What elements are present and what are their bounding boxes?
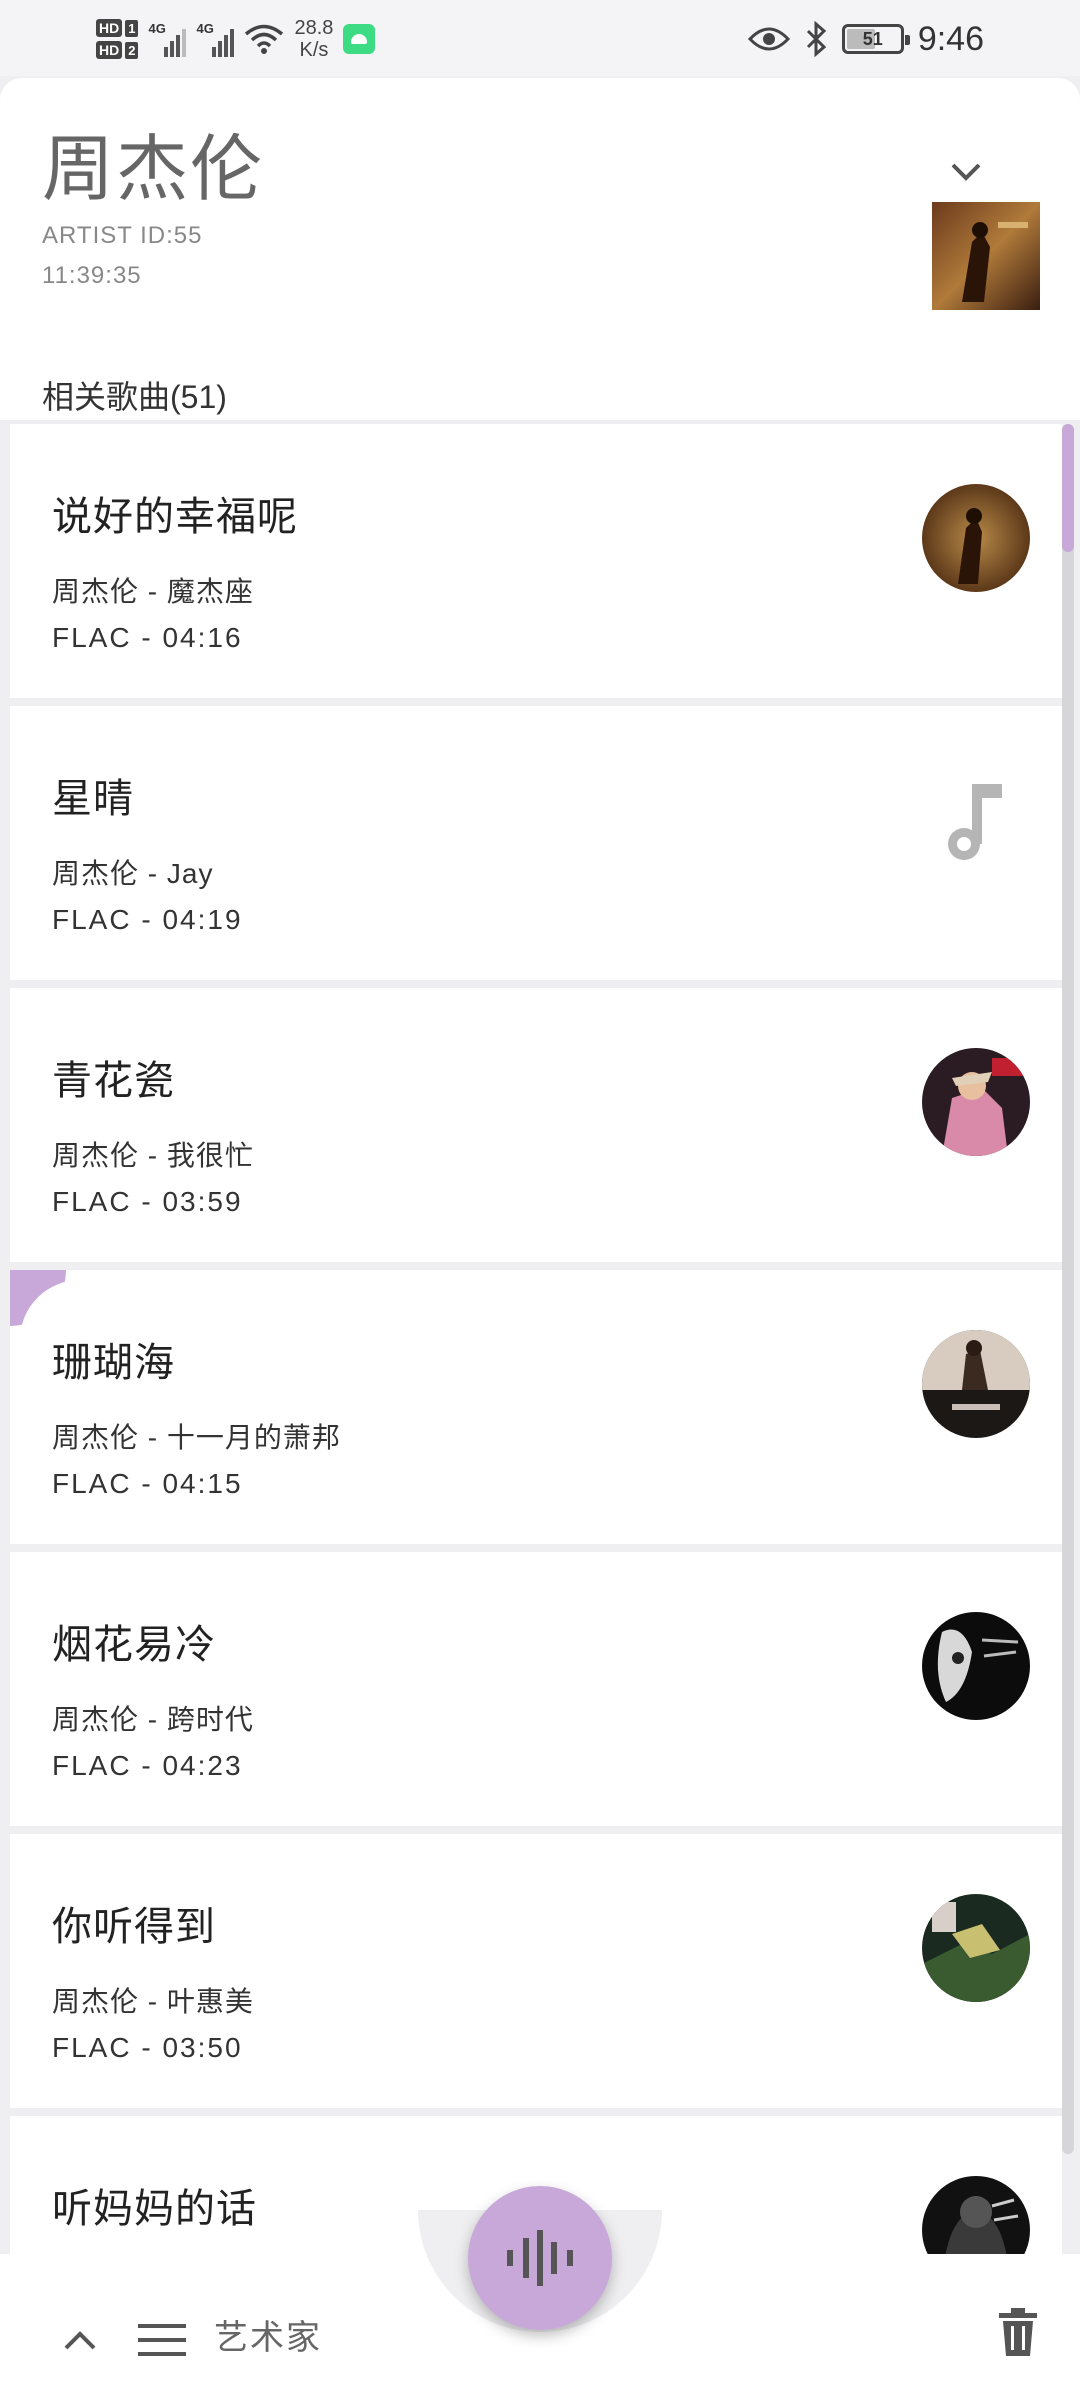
- song-item[interactable]: 说好的幸福呢 周杰伦 - 魔杰座 FLAC - 04:16: [10, 424, 1062, 698]
- song-title: 青花瓷: [52, 1059, 175, 1103]
- now-playing-fab[interactable]: [468, 2186, 612, 2330]
- trash-icon: [999, 2308, 1037, 2356]
- song-title: 烟花易冷: [52, 1623, 216, 1667]
- song-cover: [922, 1612, 1030, 1720]
- song-item[interactable]: 你听得到 周杰伦 - 叶惠美 FLAC - 03:50: [10, 1834, 1062, 2108]
- artist-name: 周杰伦: [42, 130, 265, 210]
- wifi-icon: [245, 24, 284, 54]
- touch-ripple: [10, 1270, 140, 1400]
- expand-button[interactable]: [58, 2318, 102, 2362]
- song-format-duration: FLAC - 04:16: [52, 622, 243, 653]
- eye-icon: [747, 27, 790, 51]
- collapse-button[interactable]: [942, 148, 990, 196]
- song-format-duration: FLAC - 03:59: [52, 1186, 243, 1217]
- android-debug-icon: [343, 24, 376, 54]
- song-title: 听妈妈的话: [52, 2187, 257, 2231]
- song-item[interactable]: 青花瓷 周杰伦 - 我很忙 FLAC - 03:59: [10, 988, 1062, 1262]
- related-songs-title: 相关歌曲(51): [42, 379, 227, 415]
- song-title: 说好的幸福呢: [52, 495, 298, 539]
- song-artist-album: 周杰伦 - 跨时代: [52, 1704, 254, 1735]
- music-note-icon: [948, 784, 1002, 860]
- hd-sim1-icon: HD 1: [96, 19, 139, 37]
- network-speed-unit: K/s: [299, 39, 329, 61]
- network-speed: 28.8 K/s: [294, 17, 333, 61]
- hd-sim2-icon: HD 2: [96, 41, 139, 59]
- song-format-duration: FLAC - 04:23: [52, 1750, 243, 1781]
- artist-header: 周杰伦 ARTIST ID:55 11:39:35: [0, 78, 1080, 318]
- chevron-up-icon: [64, 2331, 96, 2350]
- status-bar: HD 1 HD 2 4G 4G 28.8 K/s 51 9:46: [0, 0, 1080, 76]
- song-title: 珊瑚海: [52, 1341, 175, 1385]
- song-artist-album: 周杰伦 - 魔杰座: [52, 576, 254, 607]
- song-title: 星晴: [52, 777, 134, 821]
- battery-indicator: 51: [841, 24, 910, 54]
- song-cover: [922, 1894, 1030, 2002]
- status-right: 51 9:46: [747, 14, 984, 64]
- delete-button[interactable]: [994, 2304, 1042, 2360]
- song-item[interactable]: 烟花易冷 周杰伦 - 跨时代 FLAC - 04:23: [10, 1552, 1062, 1826]
- menu-button[interactable]: [136, 2314, 188, 2366]
- signal-sim2-icon: 4G: [196, 21, 235, 57]
- song-list: 说好的幸福呢 周杰伦 - 魔杰座 FLAC - 04:16 星晴 周杰伦 - J…: [10, 424, 1062, 2398]
- waveform-icon: [507, 2230, 573, 2286]
- song-format-duration: FLAC - 03:50: [52, 2032, 243, 2063]
- scrollbar-thumb[interactable]: [1062, 424, 1074, 552]
- chevron-down-icon: [951, 163, 981, 181]
- song-cover: [922, 484, 1030, 592]
- song-artist-album: 周杰伦 - 叶惠美: [52, 1986, 254, 2017]
- battery-level: 51: [862, 29, 883, 49]
- song-artist-album: 周杰伦 - 十一月的萧邦: [52, 1422, 341, 1453]
- song-artist-album: 周杰伦 - 我很忙: [52, 1140, 254, 1171]
- network-speed-value: 28.8: [294, 17, 334, 39]
- song-cover: [922, 1330, 1030, 1438]
- signal-sim1-icon: 4G: [148, 21, 187, 57]
- bottom-bar-label: 艺术家: [214, 2319, 322, 2357]
- song-artist-album: 周杰伦 - Jay: [52, 858, 214, 889]
- artist-cover-image[interactable]: [932, 202, 1040, 310]
- artist-timestamp: 11:39:35: [42, 262, 142, 289]
- scrollbar-track[interactable]: [1062, 424, 1074, 2154]
- song-format-duration: FLAC - 04:15: [52, 1468, 243, 1499]
- song-item[interactable]: 珊瑚海 周杰伦 - 十一月的萧邦 FLAC - 04:15: [10, 1270, 1062, 1544]
- song-format-duration: FLAC - 04:19: [52, 904, 243, 935]
- clock: 9:46: [917, 19, 984, 58]
- status-left: HD 1 HD 2 4G 4G 28.8 K/s: [96, 8, 376, 70]
- related-songs-header: 相关歌曲(51): [0, 318, 1080, 420]
- song-item[interactable]: 星晴 周杰伦 - Jay FLAC - 04:19: [10, 706, 1062, 980]
- song-title: 你听得到: [52, 1905, 216, 1949]
- song-cover: [922, 1048, 1030, 1156]
- menu-icon: [138, 2324, 186, 2356]
- artist-id: ARTIST ID:55: [42, 222, 203, 249]
- bluetooth-icon: [806, 21, 827, 57]
